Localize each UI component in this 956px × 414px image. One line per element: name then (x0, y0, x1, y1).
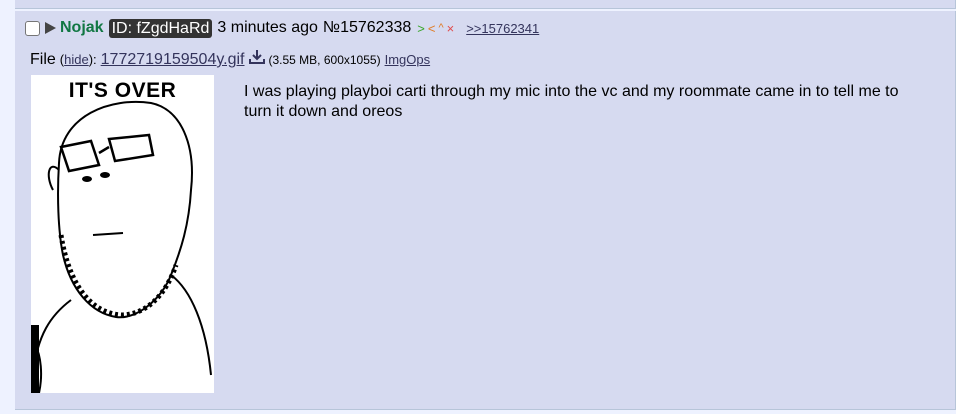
post-menu-arrow-icon[interactable] (45, 22, 56, 34)
previous-post-edge (15, 0, 956, 9)
close-icon[interactable]: × (447, 21, 455, 36)
soyjak-drawing (31, 101, 212, 393)
file-name-link[interactable]: 1772719159504y.gif (101, 51, 245, 69)
file-label: File (30, 51, 56, 68)
post-message: I was playing playboi carti through my m… (244, 83, 899, 120)
download-icon[interactable] (248, 49, 265, 69)
file-info: File (hide): 1772719159504y.gif (3.55 MB… (30, 49, 430, 69)
caret-up-icon[interactable]: ^ (438, 22, 443, 34)
back-arrow-icon[interactable]: < (428, 21, 436, 36)
hide-wrapper: (hide): (59, 52, 97, 67)
post-date: 3 minutes ago (217, 19, 318, 36)
imgops-link[interactable]: ImgOps (385, 52, 431, 67)
poster-id-badge[interactable]: ID: fZgdHaRd (108, 18, 213, 38)
file-meta: (3.55 MB, 600x1055) (268, 53, 381, 67)
post-number-link[interactable]: №15762338 (323, 19, 411, 37)
reply-post: Nojak ID: fZgdHaRd 3 minutes ago №157623… (15, 11, 956, 410)
post-image-thumbnail[interactable]: IT'S OVER (31, 75, 214, 393)
post-info: Nojak ID: fZgdHaRd 3 minutes ago №157623… (25, 17, 539, 39)
poster-name: Nojak (60, 19, 104, 36)
hide-file-link[interactable]: hide (64, 52, 89, 67)
reply-arrow-icon[interactable]: > (417, 21, 425, 36)
backlink-quote[interactable]: >>15762341 (466, 21, 539, 36)
post-select-checkbox[interactable] (25, 20, 40, 36)
